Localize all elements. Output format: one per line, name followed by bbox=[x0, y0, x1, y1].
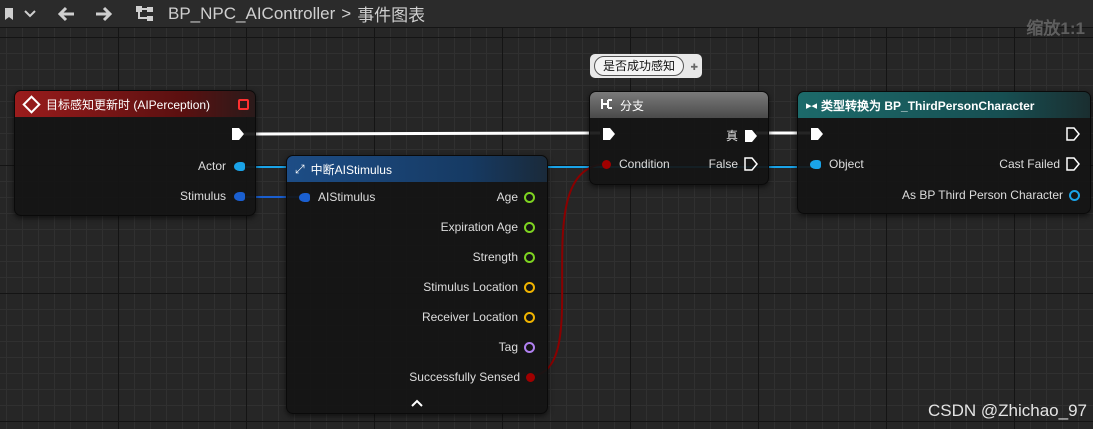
cast-icon: ▸◂ bbox=[806, 99, 818, 112]
cast-failed-label: Cast Failed bbox=[999, 157, 1060, 171]
actor-pin[interactable] bbox=[234, 161, 245, 171]
as-bp-third-person-character-pin-row[interactable]: As BP Third Person Character bbox=[902, 188, 1080, 202]
node-title: 类型转换为 BP_ThirdPersonCharacter bbox=[821, 98, 1035, 113]
false-label: False bbox=[708, 157, 738, 171]
break-struct-icon: ⤢ bbox=[295, 161, 305, 176]
pin-icon[interactable]: ✚ bbox=[690, 62, 698, 72]
condition-pin[interactable] bbox=[602, 159, 611, 169]
strength-pin-row[interactable]: Strength bbox=[473, 250, 535, 264]
breadcrumb-blueprint[interactable]: BP_NPC_AIController bbox=[168, 4, 335, 24]
exec-out-pin[interactable] bbox=[231, 127, 245, 141]
stimulus-pin[interactable] bbox=[234, 191, 245, 201]
back-arrow-icon[interactable] bbox=[54, 6, 78, 22]
stimulus-pin-row[interactable]: Stimulus bbox=[180, 189, 245, 203]
forward-arrow-icon[interactable] bbox=[92, 6, 116, 22]
cast-exec-in-pin[interactable] bbox=[810, 127, 824, 141]
true-label: 真 bbox=[725, 129, 738, 143]
actor-pin-row[interactable]: Actor bbox=[198, 159, 245, 173]
collapse-chevron-icon[interactable] bbox=[411, 394, 423, 412]
expiration-age-pin[interactable] bbox=[524, 221, 535, 233]
chevron-down-icon[interactable] bbox=[20, 9, 40, 18]
aistimulus-in-pin-row[interactable]: AIStimulus bbox=[299, 190, 375, 204]
branch-true-pin-row[interactable]: 真 bbox=[726, 127, 758, 144]
aistimulus-in-label: AIStimulus bbox=[318, 190, 376, 204]
cast-failed-pin-row[interactable]: Cast Failed bbox=[999, 157, 1080, 171]
breadcrumb-separator: > bbox=[341, 3, 352, 23]
receiver-location-pin[interactable] bbox=[524, 311, 535, 323]
condition-label: Condition bbox=[619, 157, 670, 171]
receiver-location-pin-row[interactable]: Receiver Location bbox=[422, 310, 535, 324]
expiration-age-label: Expiration Age bbox=[440, 220, 518, 234]
comment-bubble[interactable]: 是否成功感知 ✚ bbox=[590, 54, 703, 78]
zoom-level: 缩放1:1 bbox=[1026, 19, 1085, 38]
as-bp-third-person-character-pin[interactable] bbox=[1069, 189, 1080, 201]
object-label: Object bbox=[829, 157, 864, 171]
blueprint-hierarchy-icon bbox=[134, 5, 156, 23]
strength-pin[interactable] bbox=[524, 251, 535, 263]
successfully-sensed-label: Successfully Sensed bbox=[409, 370, 520, 384]
strength-label: Strength bbox=[472, 250, 518, 264]
true-exec-pin bbox=[745, 129, 757, 142]
node-title: 目标感知更新时 (AIPerception) bbox=[46, 97, 211, 112]
cast-exec-out-pin[interactable] bbox=[1066, 127, 1080, 141]
stimulus-location-label: Stimulus Location bbox=[423, 280, 518, 294]
expiration-age-pin-row[interactable]: Expiration Age bbox=[441, 220, 535, 234]
comment-text: 是否成功感知 bbox=[594, 56, 685, 76]
successfully-sensed-pin-row[interactable]: Successfully Sensed bbox=[409, 370, 535, 384]
actor-pin-label: Actor bbox=[197, 159, 226, 173]
object-pin[interactable] bbox=[810, 159, 821, 169]
condition-pin-row[interactable]: Condition bbox=[602, 157, 670, 171]
node-header[interactable]: 分支 bbox=[590, 92, 768, 118]
age-label: Age bbox=[496, 190, 518, 204]
node-title: 分支 bbox=[620, 98, 645, 113]
event-diamond-icon bbox=[22, 94, 41, 114]
node-cast-to-bp-thirdpersoncharacter[interactable]: ▸◂ 类型转换为 BP_ThirdPersonCharacter Object … bbox=[797, 91, 1091, 214]
node-on-target-perception-updated[interactable]: 目标感知更新时 (AIPerception) Actor Stimulus bbox=[14, 90, 256, 216]
delegate-pin-icon[interactable] bbox=[238, 98, 249, 110]
branch-false-pin-row[interactable]: False bbox=[709, 157, 758, 171]
stimulus-location-pin[interactable] bbox=[524, 281, 535, 293]
age-pin-row[interactable]: Age bbox=[497, 190, 535, 204]
node-break-aistimulus[interactable]: ⤢ 中断AIStimulus AIStimulus Age Expiration… bbox=[286, 155, 548, 414]
tag-label: Tag bbox=[498, 340, 518, 354]
node-branch[interactable]: 分支 真 Condition False bbox=[589, 91, 769, 185]
tag-pin[interactable] bbox=[524, 341, 535, 353]
graph-toolbar: BP_NPC_AIController > 事件图表 bbox=[0, 0, 1093, 28]
age-pin[interactable] bbox=[524, 191, 535, 203]
branch-icon bbox=[600, 97, 614, 114]
cast-failed-exec-pin bbox=[1066, 157, 1080, 171]
tag-pin-row[interactable]: Tag bbox=[499, 340, 535, 354]
object-pin-row[interactable]: Object bbox=[810, 157, 864, 171]
node-header[interactable]: 目标感知更新时 (AIPerception) bbox=[15, 91, 255, 117]
as-bp-third-person-character-label: As BP Third Person Character bbox=[902, 188, 1063, 202]
watermark: CSDN @Zhichao_97 bbox=[928, 401, 1087, 420]
false-exec-pin bbox=[744, 157, 758, 171]
node-header[interactable]: ▸◂ 类型转换为 BP_ThirdPersonCharacter bbox=[798, 92, 1090, 118]
stimulus-pin-label: Stimulus bbox=[179, 189, 226, 203]
aistimulus-in-pin[interactable] bbox=[299, 192, 310, 202]
branch-exec-in-pin[interactable] bbox=[602, 127, 616, 141]
node-header[interactable]: ⤢ 中断AIStimulus bbox=[287, 156, 547, 182]
breadcrumb-graph[interactable]: 事件图表 bbox=[357, 1, 425, 26]
receiver-location-label: Receiver Location bbox=[421, 310, 518, 324]
exec-wire-perception-branch bbox=[243, 131, 601, 136]
successfully-sensed-pin[interactable] bbox=[526, 372, 535, 382]
bookmark-icon[interactable] bbox=[2, 7, 16, 21]
node-title: 中断AIStimulus bbox=[310, 162, 392, 177]
stimulus-location-pin-row[interactable]: Stimulus Location bbox=[423, 280, 535, 294]
